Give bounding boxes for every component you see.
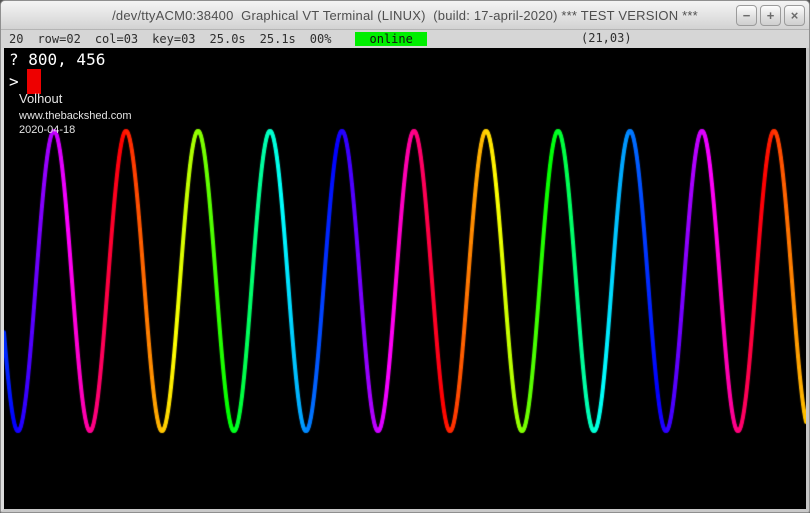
website-label: www.thebackshed.com [19, 110, 132, 122]
status-row: row=02 [37, 32, 80, 46]
screen-frame: ? 800, 456 > Volhout www.thebackshed.com… [1, 48, 809, 512]
minimize-icon: − [743, 9, 751, 22]
terminal-prompt: > [9, 72, 19, 91]
window-title: /dev/ttyACM0:38400 Graphical VT Terminal… [112, 8, 698, 23]
status-cursor-position: (21,03) [581, 31, 632, 45]
status-online-badge: online [355, 32, 426, 46]
status-lines: 20 [9, 32, 23, 46]
close-icon: × [791, 9, 799, 22]
minimize-button[interactable]: − [736, 5, 757, 26]
maximize-button[interactable]: + [760, 5, 781, 26]
status-bar: 20 row=02 col=03 key=03 25.0s 25.1s 00% … [1, 30, 809, 48]
terminal-screen[interactable]: ? 800, 456 > Volhout www.thebackshed.com… [4, 48, 806, 509]
terminal-output-line: ? 800, 456 [9, 50, 105, 69]
status-timer-2: 25.1s [260, 32, 296, 46]
author-label: Volhout [19, 91, 62, 106]
close-button[interactable]: × [784, 5, 805, 26]
window-controls: − + × [736, 5, 805, 26]
maximize-icon: + [767, 9, 775, 22]
titlebar[interactable]: /dev/ttyACM0:38400 Graphical VT Terminal… [1, 1, 809, 30]
terminal-window: /dev/ttyACM0:38400 Graphical VT Terminal… [0, 0, 810, 513]
status-progress: 00% [310, 32, 332, 46]
status-key: key=03 [152, 32, 195, 46]
date-label: 2020-04-18 [19, 124, 75, 136]
status-col: col=03 [95, 32, 138, 46]
status-timer-1: 25.0s [210, 32, 246, 46]
